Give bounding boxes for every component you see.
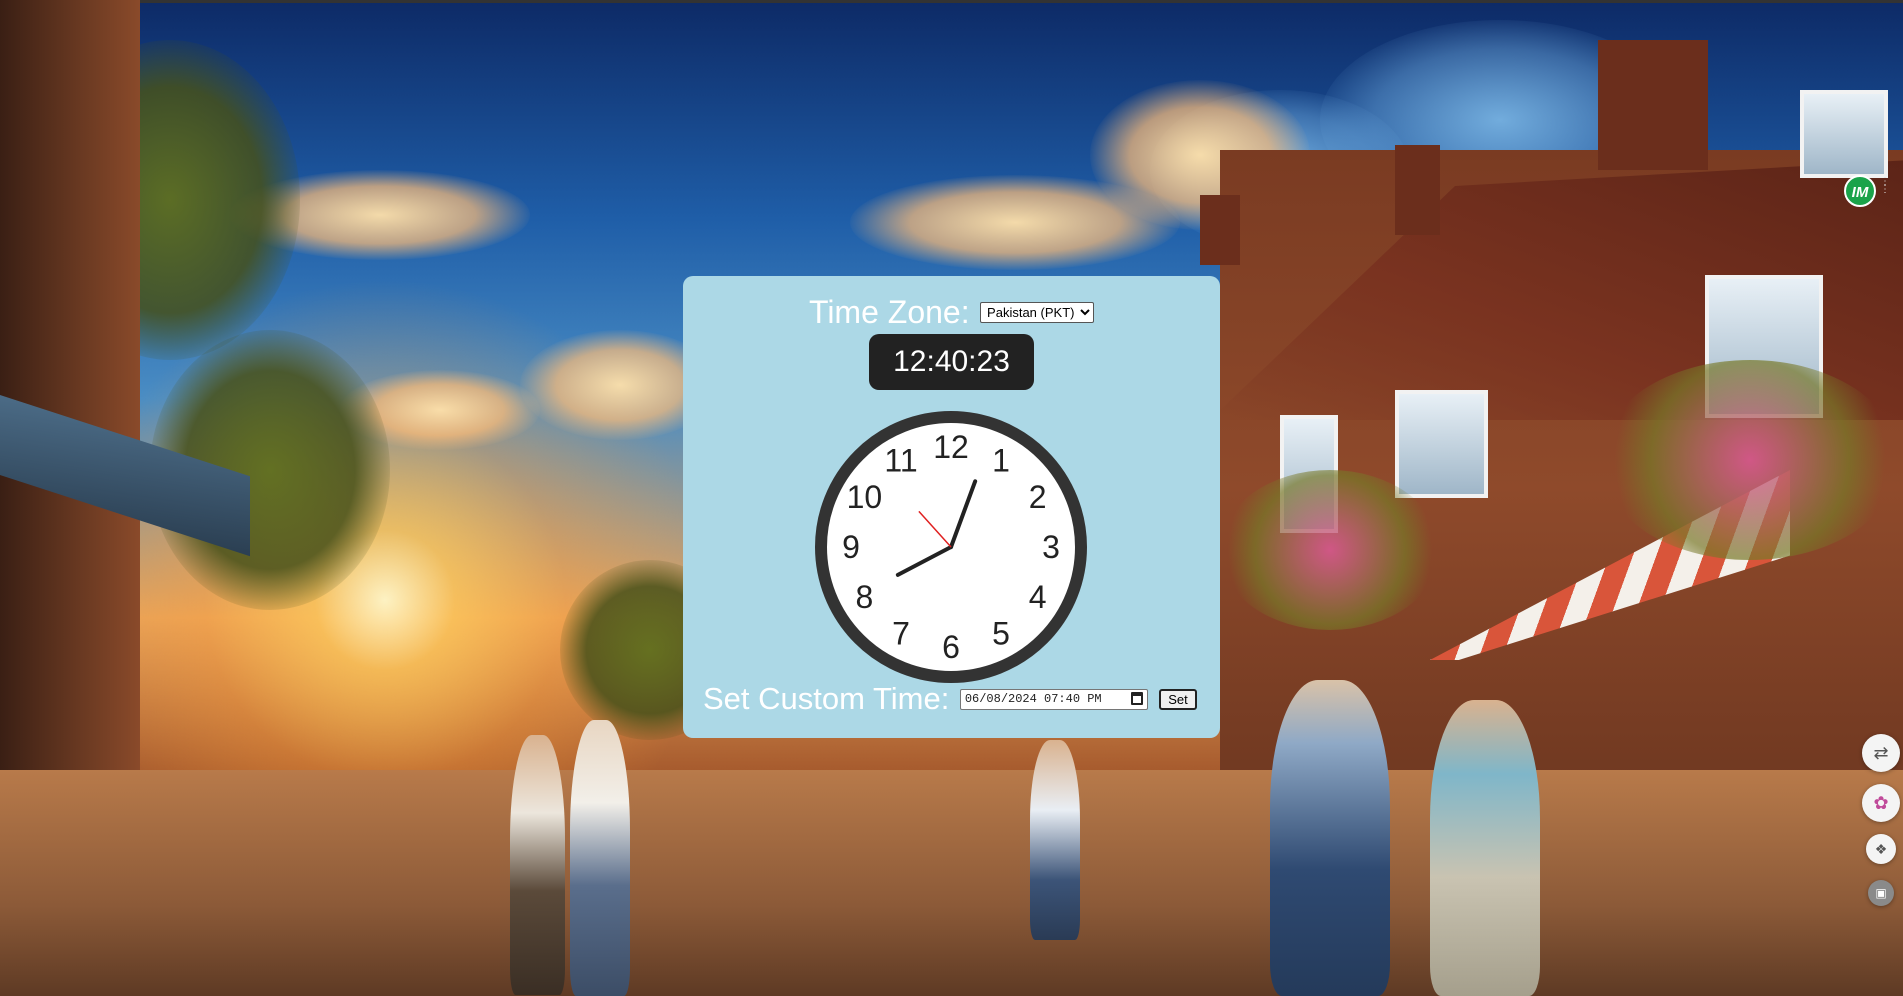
calendar-icon[interactable] [1130, 691, 1143, 705]
brain-icon[interactable]: ✿ [1862, 784, 1900, 822]
extension-icon[interactable]: ❖ [1866, 834, 1896, 864]
clock-panel: Time Zone: Pakistan (PKT) 12:40:23 12 1 2 3… [683, 276, 1220, 738]
clock-number-2: 2 [1029, 479, 1047, 515]
translate-icon[interactable]: ⇄ [1862, 734, 1900, 772]
clock-number-4: 4 [1029, 579, 1047, 615]
clock-number-8: 8 [855, 579, 873, 615]
clock-number-7: 7 [892, 616, 910, 652]
clock-number-1: 1 [992, 442, 1010, 478]
custom-time-row: Set Custom Time: 06/08/2024 07:40 PM Set [703, 681, 1213, 717]
custom-datetime-value: 06/08/2024 07:40 PM [964, 691, 1102, 706]
extension-drag-handle[interactable]: ⋮ ⋮ [1880, 177, 1890, 204]
custom-datetime-input[interactable]: 06/08/2024 07:40 PM [959, 688, 1148, 710]
clock-number-6: 6 [942, 629, 960, 665]
clock-number-9: 9 [842, 529, 860, 565]
clock-number-3: 3 [1042, 529, 1060, 565]
clock-number-5: 5 [992, 616, 1010, 652]
clock-number-11: 11 [884, 442, 917, 478]
custom-time-label: Set Custom Time: [703, 681, 950, 716]
timezone-row: Time Zone: Pakistan (PKT) [683, 294, 1220, 331]
clock-number-10: 10 [847, 479, 883, 515]
browser-top-border [0, 0, 1903, 3]
set-button[interactable]: Set [1159, 688, 1197, 710]
analog-clock: 12 12 3 45678 9 1011 [815, 411, 1087, 683]
screen-icon[interactable]: ▣ [1868, 880, 1894, 906]
timezone-label: Time Zone: [808, 294, 970, 330]
extension-im-icon[interactable]: IM [1844, 175, 1876, 207]
digital-clock: 12:40:23 [869, 334, 1034, 390]
clock-number-12: 12 [933, 429, 969, 465]
timezone-select[interactable]: Pakistan (PKT) [980, 302, 1095, 323]
